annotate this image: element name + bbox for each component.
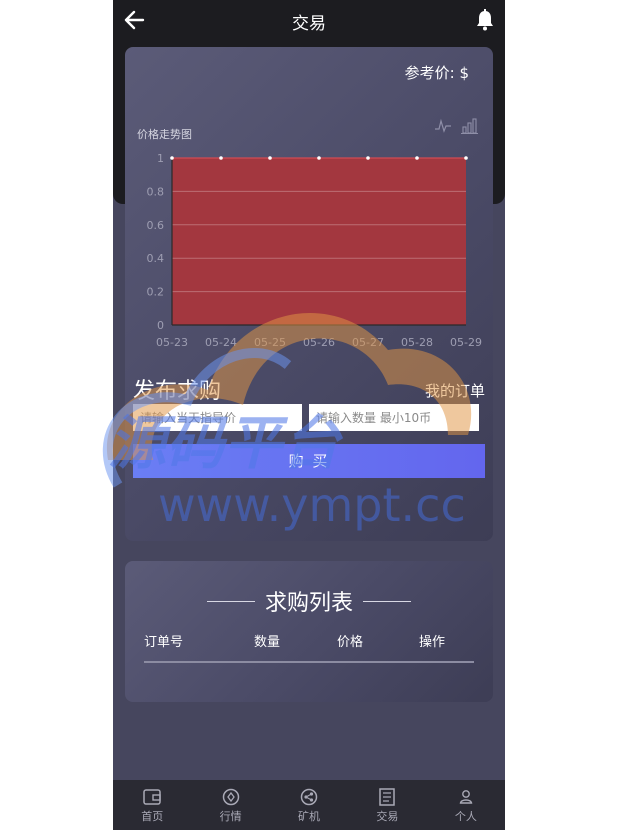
y-tick-label: 0 [157,319,164,332]
list-heading: 求购列表 [125,585,493,617]
chart-point [268,156,272,160]
column-order-id: 订单号 [144,635,184,650]
person-icon [459,790,473,804]
table-divider [144,661,474,663]
y-tick-label: 1 [157,152,164,165]
quantity-input[interactable] [309,404,479,431]
tab-miner[interactable]: 矿机 [270,780,348,830]
line-chart-icon[interactable] [435,118,451,133]
x-tick-label: 05-23 [156,336,188,349]
bell-icon[interactable] [473,8,497,32]
trade-card: 参考价: $ 价格走势图 0 0.2 0.4 0.6 0.8 1 05-23 05-24 05-… [125,47,493,541]
share-nodes-icon [300,788,318,806]
chart-point [366,156,370,160]
compass-icon [222,788,239,806]
bar-chart-icon[interactable] [461,118,478,135]
chart-point [464,156,468,160]
tab-profile-label: 个人 [454,810,477,823]
x-tick-label: 05-24 [205,336,237,349]
x-tick-label: 05-27 [352,336,384,349]
my-orders-link[interactable]: 我的订单 [425,380,485,401]
column-action: 操作 [419,635,446,650]
wallet-icon [143,789,161,805]
list-title: 求购列表 [264,591,353,616]
bottom-tab-bar: 首页 行情 矿机 交易 个人 [113,780,505,830]
tab-miner-label: 矿机 [298,810,321,823]
chart-point [170,156,174,160]
price-trend-chart: 0 0.2 0.4 0.6 0.8 1 05-23 05-24 05-25 05-26 05-27 0… [147,152,482,349]
chart-type-switch[interactable] [433,117,479,135]
y-tick-label: 0.4 [147,252,165,265]
reference-price: 参考价: $ [405,62,469,83]
tab-profile[interactable]: 个人 [427,780,505,830]
tab-trade[interactable]: 交易 [348,780,426,830]
chart-point [317,156,321,160]
guide-price-input[interactable] [133,404,302,431]
tab-home[interactable]: 首页 [113,780,191,830]
chart-point [219,156,223,160]
x-tick-label: 05-28 [401,336,433,349]
phone-screen: 交易 参考价: $ 价格走势图 0 0.2 0.4 0.6 0.8 1 05-23 05-24… [113,0,505,830]
chart-label: 价格走势图 [137,128,192,141]
page-title: 交易 [292,14,326,34]
y-tick-label: 0.2 [147,286,165,299]
chart-area [172,158,466,325]
y-tick-label: 0.8 [147,185,165,198]
x-tick-label: 05-25 [254,336,286,349]
x-tick-label: 05-29 [450,336,482,349]
document-icon [379,788,396,806]
heading-line-left [206,600,255,602]
ref-price-unit: $ [459,64,469,82]
app-header: 交易 [113,0,505,40]
tab-home-label: 首页 [141,810,164,823]
purchase-list-card: 求购列表 订单号 数量 价格 操作 [125,561,493,702]
tab-market-label: 行情 [219,810,242,823]
heading-line-right [363,600,411,602]
buy-button[interactable]: 购 买 [133,444,485,478]
chart-point [415,156,419,160]
column-price: 价格 [337,635,364,650]
x-tick-label: 05-26 [303,336,335,349]
tab-trade-label: 交易 [376,810,399,823]
tab-market[interactable]: 行情 [191,780,269,830]
ref-price-label: 参考价: [404,64,455,82]
y-tick-label: 0.6 [147,219,165,232]
column-quantity: 数量 [254,635,281,650]
